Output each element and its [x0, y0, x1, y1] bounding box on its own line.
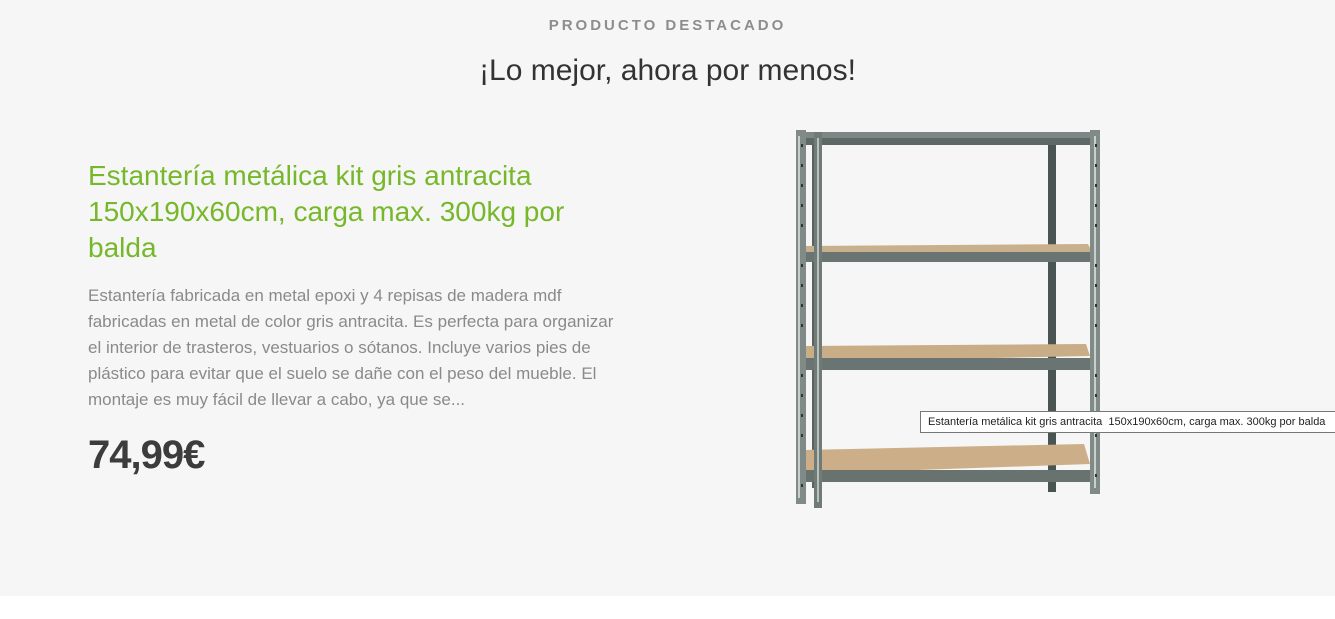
shelf-back-post-right	[1048, 132, 1056, 492]
product-image-shelving-unit[interactable]	[790, 124, 1108, 514]
image-tooltip: Estantería metálica kit gris antracita 1…	[920, 411, 1335, 433]
product-price: 74,99€	[88, 433, 205, 477]
product-title-link[interactable]: Estantería metálica kit gris antracita 1…	[88, 158, 588, 266]
shelf-level-3	[800, 344, 1090, 370]
featured-product-section: PRODUCTO DESTACADO ¡Lo mejor, ahora por …	[0, 0, 1335, 596]
section-eyebrow: PRODUCTO DESTACADO	[548, 17, 787, 34]
shelf-level-2	[800, 244, 1092, 262]
shelf-level-4	[800, 444, 1090, 482]
section-headline: ¡Lo mejor, ahora por menos!	[479, 54, 856, 87]
product-description: Estantería fabricada en metal epoxi y 4 …	[88, 286, 614, 409]
shelf-front-post-mid-left	[814, 132, 822, 508]
